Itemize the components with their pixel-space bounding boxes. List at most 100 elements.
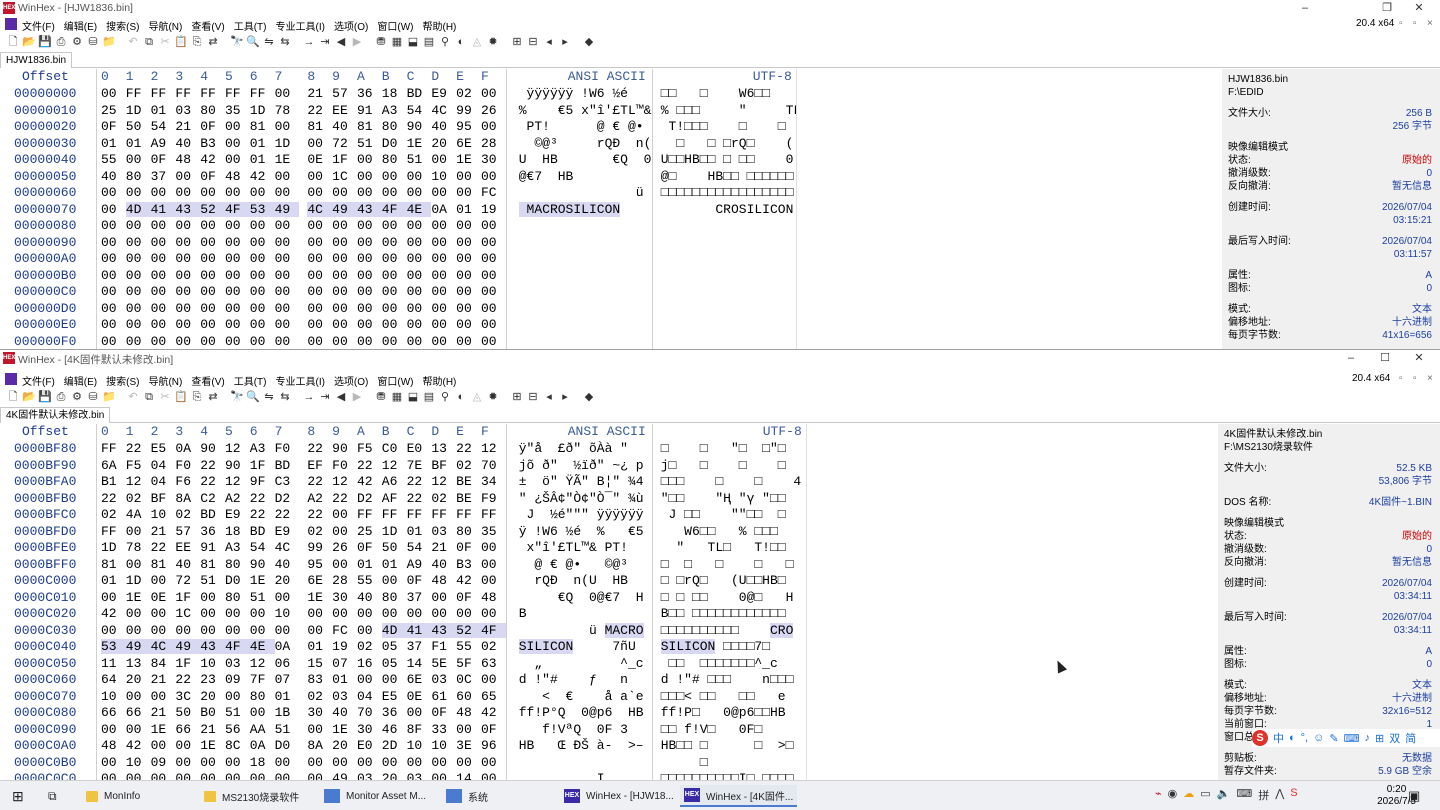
hex-byte[interactable]: 00: [101, 722, 126, 737]
hex-byte[interactable]: 00: [225, 284, 250, 299]
hex-byte[interactable]: 37: [407, 639, 432, 654]
hex-byte[interactable]: 0F: [200, 169, 225, 184]
gear-icon[interactable]: ✹: [485, 389, 501, 405]
hex-byte[interactable]: 00: [431, 755, 456, 770]
hex-byte[interactable]: 22: [250, 491, 275, 506]
undo-icon[interactable]: ↶: [125, 389, 141, 405]
hex-byte[interactable]: 00: [175, 235, 200, 250]
hex-byte[interactable]: 01: [275, 689, 300, 704]
hex-byte[interactable]: 80: [382, 119, 407, 134]
hex-byte[interactable]: FF: [250, 86, 275, 101]
hex-byte[interactable]: 00: [481, 317, 506, 332]
save-icon[interactable]: 💾: [37, 389, 53, 405]
hex-byte[interactable]: 00: [175, 623, 200, 638]
hex-byte[interactable]: A2: [307, 491, 332, 506]
next-icon[interactable]: ▸: [557, 34, 573, 50]
hex-byte[interactable]: 83: [307, 672, 332, 687]
utf-cell[interactable]: [651, 250, 798, 267]
hex-byte[interactable]: FF: [481, 507, 506, 522]
utf-cell[interactable]: ff!P□ 0@p6□□HB: [651, 704, 808, 721]
hex-byte[interactable]: 00: [151, 218, 176, 233]
hex-byte[interactable]: 37: [407, 590, 432, 605]
hex-byte[interactable]: FF: [151, 86, 176, 101]
hex-byte[interactable]: 01: [101, 136, 126, 151]
hex-byte[interactable]: 81: [357, 119, 382, 134]
hex-byte[interactable]: 00: [250, 284, 275, 299]
hex-row[interactable]: 00000090 00 00 00 00 00 00 00 00 00 00 00 00 00 00 00 00: [0, 234, 798, 251]
utf-cell[interactable]: □□□< □□ □□ e: [651, 688, 808, 705]
hex-byte[interactable]: 10: [151, 507, 176, 522]
byte-cells[interactable]: 10 00 00 3C 20 00 80 01 02 03 04 E5 0E 61 60 65: [96, 688, 506, 705]
byte-cells[interactable]: 81 00 81 40 81 80 90 40 95 00 01 01 A9 40 B3 00: [96, 556, 506, 573]
hex-byte[interactable]: 00: [481, 119, 506, 134]
hex-byte[interactable]: 50: [382, 540, 407, 555]
hex-byte[interactable]: 00: [382, 284, 407, 299]
hex-byte[interactable]: 00: [175, 185, 200, 200]
byte-cells[interactable]: 25 1D 01 03 80 35 1D 78 22 EE 91 A3 54 4C 99 26: [96, 102, 506, 119]
hex-byte[interactable]: 00: [175, 218, 200, 233]
hex-byte[interactable]: 81: [151, 557, 176, 572]
hex-byte[interactable]: 03: [225, 656, 250, 671]
hex-byte[interactable]: 4A: [126, 507, 151, 522]
hex-byte[interactable]: 00: [225, 136, 250, 151]
hex-byte[interactable]: 22: [357, 458, 382, 473]
hex-byte[interactable]: 00: [456, 606, 481, 621]
hex-byte[interactable]: 02: [456, 86, 481, 101]
hex-byte[interactable]: 48: [225, 169, 250, 184]
hex-byte[interactable]: 49: [332, 771, 357, 780]
hex-byte[interactable]: 72: [332, 136, 357, 151]
hex-byte[interactable]: 00: [275, 623, 300, 638]
hex-byte[interactable]: 20: [332, 738, 357, 753]
byte-cells[interactable]: 00 00 1E 66 21 56 AA 51 00 1E 30 46 8F 33 00 0F: [96, 721, 506, 738]
hex-byte[interactable]: 00: [250, 185, 275, 200]
hex-byte[interactable]: 00: [126, 722, 151, 737]
ansi-cell[interactable]: ÿÿÿÿÿÿ !W6 ½é: [505, 85, 652, 102]
hex-byte[interactable]: 00: [175, 334, 200, 349]
prev-icon[interactable]: ◂: [541, 34, 557, 50]
hex-byte[interactable]: 78: [275, 103, 300, 118]
hex-byte[interactable]: 00: [481, 86, 506, 101]
byte-cells[interactable]: 1D 78 22 EE 91 A3 54 4C 99 26 0F 50 54 21 0F 00: [96, 539, 506, 556]
hex-byte[interactable]: 00: [151, 573, 176, 588]
find-hex-icon[interactable]: 🔍: [245, 34, 261, 50]
hex-byte[interactable]: 48: [431, 573, 456, 588]
hex-byte[interactable]: 00: [225, 268, 250, 283]
hex-byte[interactable]: 22: [407, 491, 432, 506]
hex-byte[interactable]: 00: [431, 218, 456, 233]
ansi-cell[interactable]: [505, 300, 652, 317]
menu-item[interactable]: 帮助(H): [423, 373, 457, 388]
hex-byte[interactable]: 00: [357, 268, 382, 283]
ansi-cell[interactable]: x"î'£TL™& PT!: [505, 539, 652, 556]
hex-row[interactable]: 0000BFD0 FF 00 21 57 36 18 BD E9 02 00 25 1D 01 03 80 35…: [0, 523, 808, 540]
hex-byte[interactable]: 00: [481, 235, 506, 250]
hex-byte[interactable]: 00: [481, 771, 506, 780]
hex-byte[interactable]: 00: [307, 301, 332, 316]
hex-byte[interactable]: 01: [250, 136, 275, 151]
hex-row[interactable]: 0000C0B0 00 10 09 00 00 00 18 00 00 00 00 00 00 00 00 00…: [0, 754, 808, 771]
hex-byte[interactable]: 42: [200, 152, 225, 167]
system-tray[interactable]: ⌁ ◉ ☁ ▭ 🔈 ⌨ 拼 ⋀ S: [1155, 787, 1298, 803]
hex-byte[interactable]: FF: [357, 507, 382, 522]
ansi-cell[interactable]: @ € @• ©@³: [505, 556, 652, 573]
image-icon[interactable]: ▤: [421, 389, 437, 405]
hex-byte[interactable]: 00: [307, 235, 332, 250]
hex-byte[interactable]: 00: [481, 268, 506, 283]
hex-byte[interactable]: F6: [175, 474, 200, 489]
hex-byte[interactable]: 00: [332, 268, 357, 283]
hex-byte[interactable]: 00: [307, 623, 332, 638]
hex-byte[interactable]: 12: [431, 474, 456, 489]
hex-byte[interactable]: 42: [357, 474, 382, 489]
table-icon[interactable]: ⊟: [525, 389, 541, 405]
hex-byte[interactable]: 55: [456, 639, 481, 654]
hex-byte[interactable]: 34: [481, 474, 506, 489]
hex-byte[interactable]: 00: [151, 738, 176, 753]
ansi-cell[interactable]: % €5 x"î'£TL™&: [505, 102, 652, 119]
ime-button[interactable]: °,: [1301, 732, 1308, 744]
utf-cell[interactable]: [651, 333, 798, 350]
hex-byte[interactable]: 00: [250, 251, 275, 266]
hex-byte[interactable]: A2: [225, 491, 250, 506]
hex-byte[interactable]: 1E: [307, 590, 332, 605]
hex-byte[interactable]: 00: [456, 169, 481, 184]
hex-byte[interactable]: 00: [332, 218, 357, 233]
hex-byte[interactable]: E5: [151, 441, 176, 456]
